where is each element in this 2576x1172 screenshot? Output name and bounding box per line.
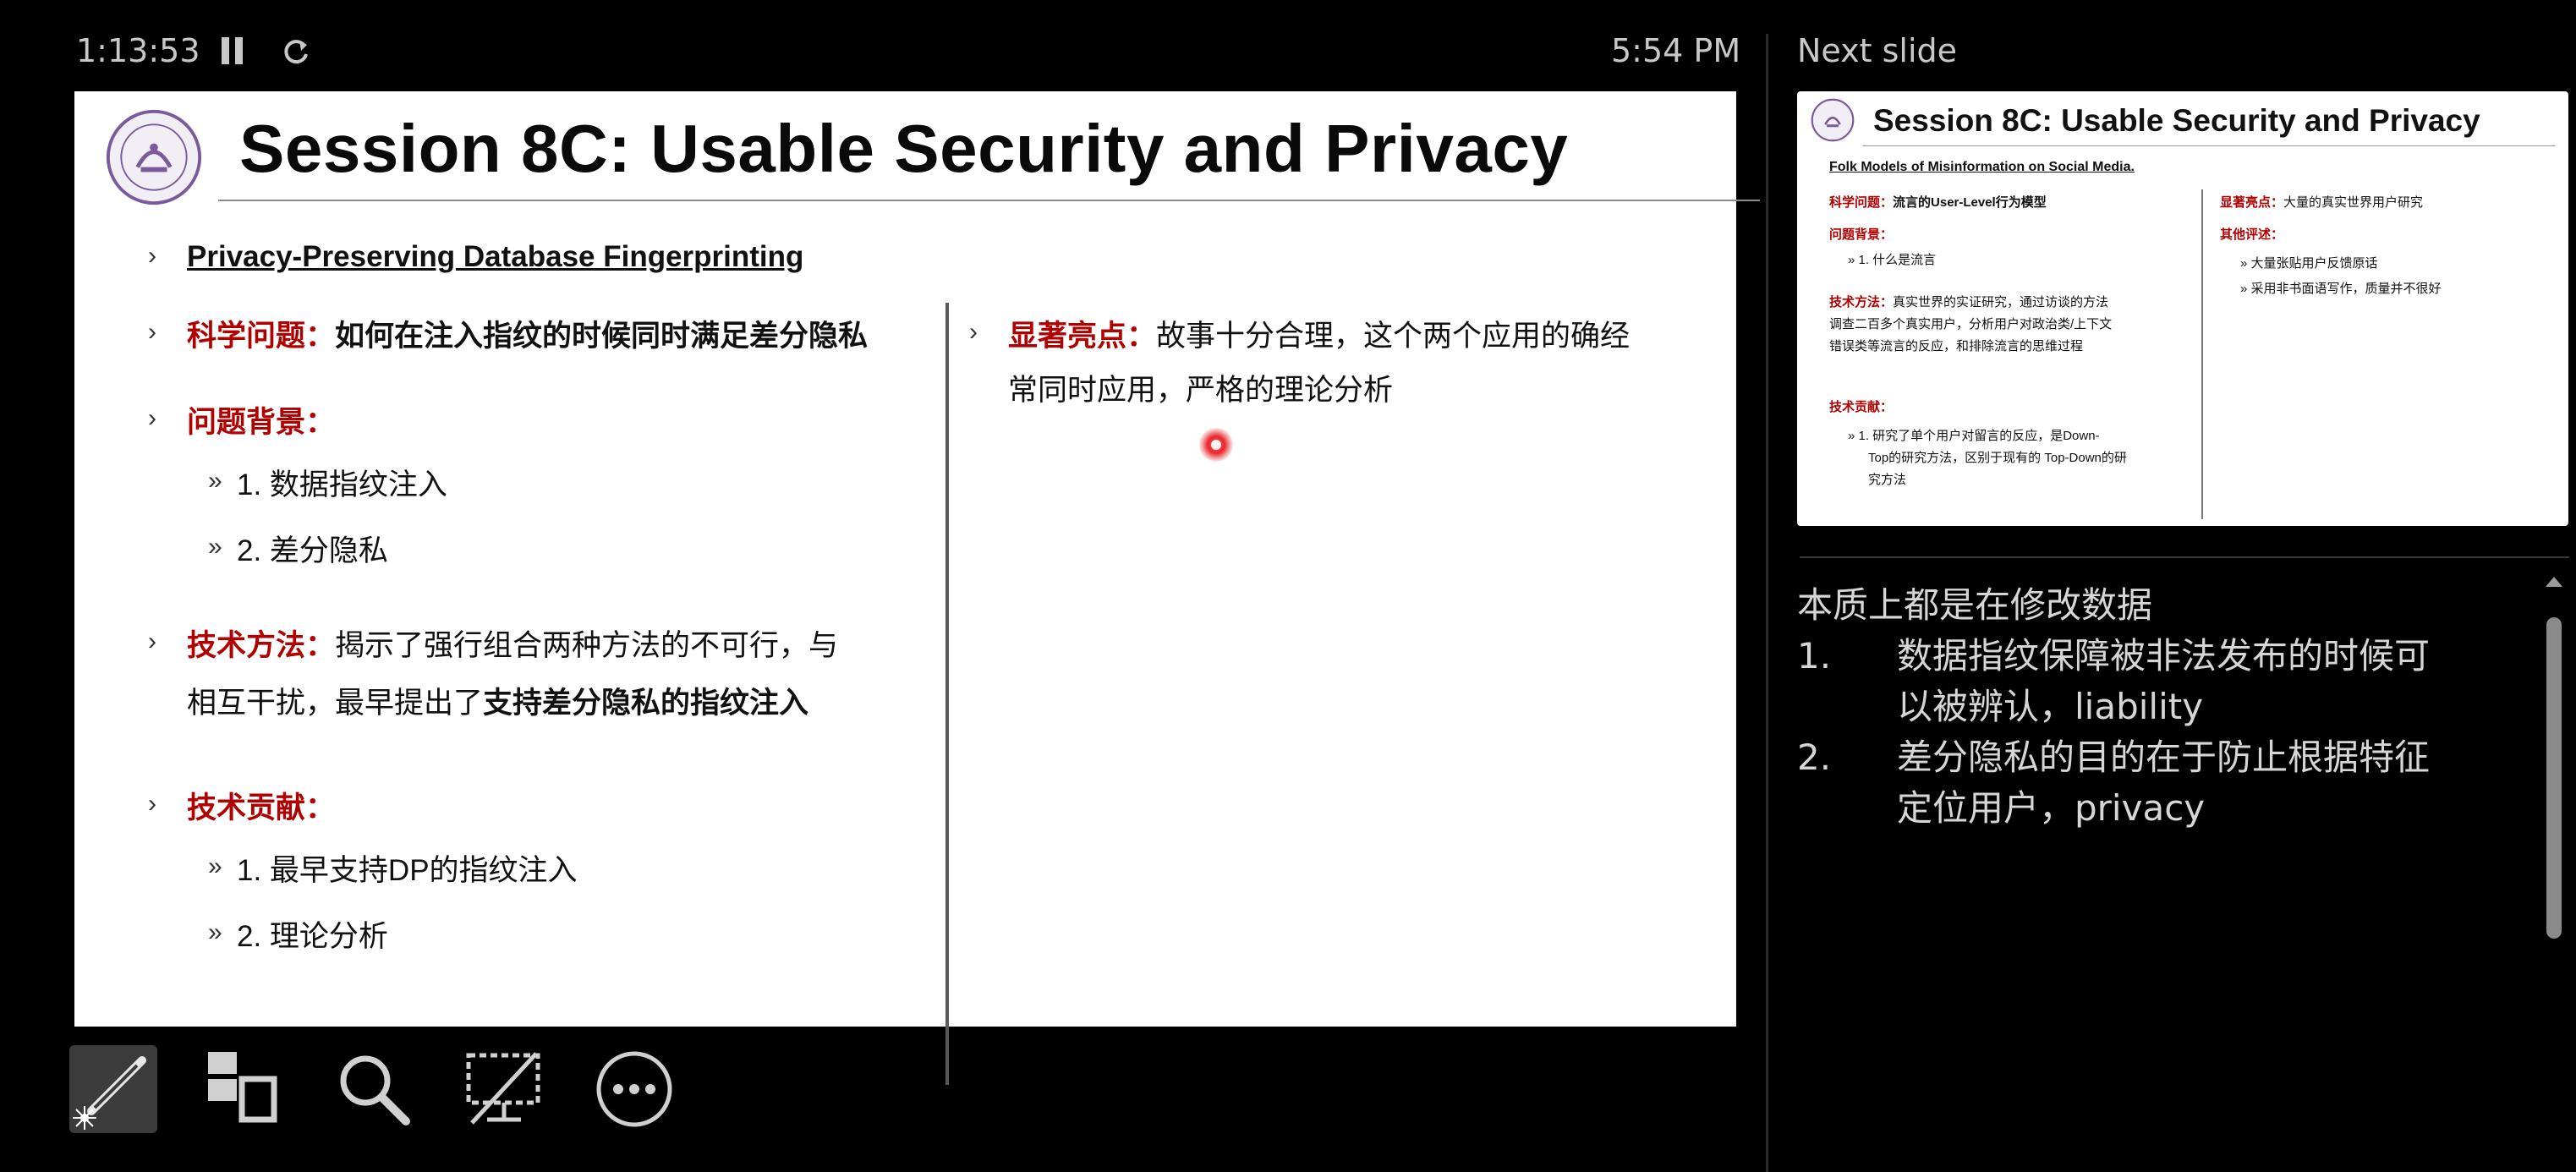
reset-timer-button[interactable]	[279, 34, 313, 68]
method-emphasis: 支持差分隐私的指纹注入	[483, 687, 809, 720]
sub-bullet-glyph: »	[208, 467, 222, 495]
next-slide-background-item: » 1. 什么是流言	[1848, 253, 1937, 267]
next-slide-contribution-line-1: » 1. 研究了单个用户对留言的反应，是Down-	[1848, 429, 2100, 443]
method-line-1: 技术方法：揭示了强行组合两种方法的不可行，与	[187, 619, 838, 673]
next-slide-title: Session 8C: Usable Security and Privacy	[1873, 103, 2480, 138]
bullet-glyph: ›	[148, 404, 156, 432]
contribution-item: 2. 理论分析	[237, 920, 388, 953]
next-slide-other-item: » 大量张贴用户反馈原话	[2240, 256, 2378, 271]
notes-heading: 本质上都是在修改数据	[1797, 584, 2153, 626]
method-line-2: 相互干扰，最早提出了支持差分隐私的指纹注入	[187, 687, 809, 720]
pen-laser-tools-button[interactable]	[69, 1045, 157, 1133]
next-slide-other-label: 其他评述：	[2220, 227, 2284, 242]
next-slide-problem: 科学问题：流言的User-Level行为模型	[1829, 195, 2047, 210]
sub-bullet-glyph: »	[208, 852, 222, 880]
clock: 5:54 PM	[1611, 32, 1741, 69]
notes-item-line: 差分隐私的目的在于防止根据特征	[1897, 737, 2431, 778]
pen-icon	[73, 1056, 146, 1130]
highlight-label: 显著亮点：	[1008, 320, 1157, 353]
pause-timer-button[interactable]	[222, 37, 245, 66]
slide-title: Session 8C: Usable Security and Privacy	[239, 111, 1569, 186]
highlight-line-1: 显著亮点：故事十分合理，这个两个应用的确经	[1008, 309, 1630, 364]
next-slide-other-item: » 采用非书面语写作，质量并不很好	[2240, 282, 2442, 296]
next-slide-method-line-1: 技术方法：真实世界的实证研究，通过访谈的方法	[1829, 295, 2109, 309]
pane-separator[interactable]	[1766, 34, 1768, 1172]
next-slide-paper-title: Folk Models of Misinformation on Social …	[1829, 160, 2135, 174]
presenter-top-bar: 1:13:53 5:54 PM	[0, 0, 1768, 93]
pause-icon	[222, 37, 229, 64]
next-slide-background-label: 问题背景：	[1829, 227, 1894, 242]
background-item: 1. 数据指纹注入	[237, 468, 447, 501]
notes-item-line: 数据指纹保障被非法发布的时候可	[1897, 635, 2431, 676]
black-screen-icon	[466, 1052, 540, 1125]
next-slide-title-divider	[1863, 145, 2555, 146]
notes-item-number: 2.	[1797, 737, 1832, 778]
more-options-button[interactable]	[590, 1045, 678, 1133]
see-all-slides-icon	[208, 1052, 277, 1123]
see-all-slides-button[interactable]	[200, 1045, 288, 1133]
method-text: 揭示了强行组合两种方法的不可行，与	[335, 629, 839, 662]
contribution-item: 1. 最早支持DP的指纹注入	[237, 854, 578, 887]
highlight-line-2: 常同时应用，严格的理论分析	[1008, 374, 1394, 407]
next-slide-label: Next slide	[1797, 32, 1958, 69]
notes-divider	[1800, 556, 2569, 558]
highlight-text: 故事十分合理，这个两个应用的确经	[1156, 320, 1631, 353]
more-options-icon	[596, 1051, 672, 1127]
notes-item-line: 定位用户，privacy	[1897, 787, 2206, 829]
paper-title: Privacy-Preserving Database Fingerprinti…	[187, 240, 804, 273]
problem-line: 科学问题：如何在注入指纹的时候同时满足差分隐私	[187, 309, 868, 364]
bullet-glyph: ›	[148, 627, 156, 655]
next-slide-preview[interactable]: Session 8C: Usable Security and Privacy …	[1797, 91, 2568, 526]
black-screen-button[interactable]	[460, 1045, 548, 1133]
problem-label: 科学问题：	[187, 320, 336, 353]
reset-icon	[284, 40, 308, 64]
method-label: 技术方法：	[187, 629, 336, 662]
sub-bullet-glyph: »	[208, 918, 222, 946]
next-slide-contribution-label: 技术贡献：	[1829, 400, 1894, 414]
next-slide-highlight: 显著亮点：大量的真实世界用户研究	[2220, 195, 2424, 210]
bullet-glyph: ›	[148, 790, 156, 818]
problem-text: 如何在注入指纹的时候同时满足差分隐私	[335, 320, 869, 353]
university-logo-icon	[1811, 98, 1855, 142]
zoom-icon	[340, 1055, 410, 1125]
bullet-glyph: ›	[148, 242, 156, 270]
background-item: 2. 差分隐私	[237, 534, 388, 567]
notes-item-number: 1.	[1797, 635, 1832, 676]
notes-item-line: 以被辨认，liability	[1897, 686, 2204, 727]
background-label: 问题背景：	[187, 406, 336, 439]
laser-pointer	[1199, 428, 1233, 462]
zoom-button[interactable]	[330, 1045, 418, 1133]
scroll-up-arrow-icon[interactable]	[2546, 577, 2562, 587]
current-slide: Session 8C: Usable Security and Privacy …	[74, 91, 1760, 1085]
next-slide-method-line-3: 错误类等流言的反应，和排除流言的思维过程	[1829, 339, 2084, 353]
sub-bullet-glyph: »	[208, 533, 222, 561]
next-slide-column-divider	[2201, 189, 2203, 519]
elapsed-timer: 1:13:53	[76, 32, 200, 69]
title-divider	[218, 200, 1760, 201]
university-logo-icon	[106, 109, 202, 205]
contribution-label: 技术贡献：	[187, 791, 336, 824]
next-slide-method-line-2: 调查二百多个真实用户，分析用户对政治类/上下文	[1829, 317, 2113, 331]
bullet-glyph: ›	[969, 318, 978, 346]
bullet-glyph: ›	[148, 318, 156, 346]
column-divider	[945, 303, 949, 1085]
next-slide-contribution-line-2: Top的研究方法，区别于现有的 Top-Down的研	[1868, 451, 2127, 465]
notes-scrollbar[interactable]	[2546, 617, 2562, 939]
next-slide-contribution-line-3: 究方法	[1868, 473, 1907, 487]
